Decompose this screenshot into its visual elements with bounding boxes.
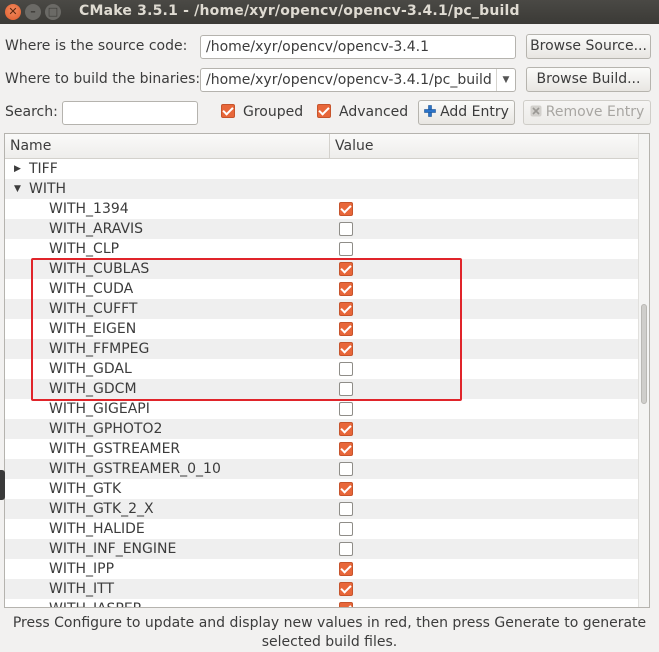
group-name: TIFF — [29, 161, 58, 177]
entry-value-checkbox[interactable] — [339, 402, 353, 416]
vertical-scrollbar[interactable] — [638, 134, 649, 607]
scrollbar-thumb[interactable] — [641, 304, 647, 404]
remove-icon — [530, 102, 542, 117]
entry-name: WITH_HALIDE — [49, 521, 145, 537]
build-label: Where to build the binaries: — [5, 71, 201, 87]
entry-value-checkbox[interactable] — [339, 602, 353, 607]
side-edge-handle — [0, 470, 5, 500]
table-row[interactable]: WITH_GSTREAMER — [5, 439, 641, 459]
table-row[interactable]: WITH_GSTREAMER_0_10 — [5, 459, 641, 479]
minimize-window-button[interactable]: – — [25, 4, 41, 20]
table-row[interactable]: WITH_1394 — [5, 199, 641, 219]
table-row[interactable]: WITH_HALIDE — [5, 519, 641, 539]
maximize-icon: □ — [47, 5, 59, 18]
table-row[interactable]: WITH_ARAVIS — [5, 219, 641, 239]
table-row[interactable]: WITH_INF_ENGINE — [5, 539, 641, 559]
table-row[interactable]: WITH_JASPER — [5, 599, 641, 607]
status-message: Press Configure to update and display ne… — [0, 614, 659, 652]
window-title: CMake 3.5.1 - /home/xyr/opencv/opencv-3.… — [79, 3, 520, 19]
advanced-toggle[interactable]: Advanced — [317, 102, 408, 122]
highlight-annotation-box — [31, 258, 462, 401]
entry-name: WITH_1394 — [49, 201, 129, 217]
browse-build-button[interactable]: Browse Build... — [526, 67, 651, 92]
entry-value-checkbox[interactable] — [339, 562, 353, 576]
entry-name: WITH_GSTREAMER — [49, 441, 181, 457]
expand-arrow-right-icon[interactable]: ▶ — [14, 159, 21, 179]
table-row[interactable]: WITH_CLP — [5, 239, 641, 259]
entry-value-checkbox[interactable] — [339, 542, 353, 556]
entry-value-checkbox[interactable] — [339, 422, 353, 436]
table-row[interactable]: WITH_ITT — [5, 579, 641, 599]
entry-value-checkbox[interactable] — [339, 442, 353, 456]
entry-value-checkbox[interactable] — [339, 522, 353, 536]
table-header: Name Value — [5, 134, 641, 159]
chevron-down-icon[interactable]: ▼ — [496, 69, 515, 91]
column-header-value[interactable]: Value — [330, 134, 641, 158]
source-label: Where is the source code: — [5, 38, 188, 54]
add-entry-button[interactable]: Add Entry — [418, 100, 515, 125]
entry-value-checkbox[interactable] — [339, 462, 353, 476]
advanced-checkbox[interactable] — [317, 104, 331, 118]
maximize-window-button[interactable]: □ — [45, 4, 61, 20]
source-path-field[interactable]: /home/xyr/opencv/opencv-3.4.1 — [200, 35, 516, 59]
entry-name: WITH_ARAVIS — [49, 221, 144, 237]
table-row[interactable]: WITH_IPP — [5, 559, 641, 579]
expand-arrow-down-icon[interactable]: ▼ — [14, 179, 21, 199]
search-label: Search: — [5, 104, 58, 120]
grouped-checkbox[interactable] — [221, 104, 235, 118]
status-message-line-2: selected build files. — [261, 634, 398, 650]
search-input[interactable] — [62, 101, 198, 125]
group-row[interactable]: ▶ TIFF — [5, 159, 641, 179]
entry-name: WITH_IPP — [49, 561, 115, 577]
group-row[interactable]: ▼ WITH — [5, 179, 641, 199]
entry-value-checkbox[interactable] — [339, 222, 353, 236]
column-header-name[interactable]: Name — [5, 134, 330, 158]
title-bar: ✕ – □ CMake 3.5.1 - /home/xyr/opencv/ope… — [0, 0, 659, 24]
remove-entry-label: Remove Entry — [545, 104, 645, 120]
entry-value-checkbox[interactable] — [339, 582, 353, 596]
entry-value-checkbox[interactable] — [339, 502, 353, 516]
entry-name: WITH_GSTREAMER_0_10 — [49, 461, 221, 477]
entry-name: WITH_GTK — [49, 481, 122, 497]
close-window-button[interactable]: ✕ — [5, 4, 21, 20]
advanced-label: Advanced — [339, 104, 409, 120]
minimize-icon: – — [30, 5, 36, 18]
entry-name: WITH_ITT — [49, 581, 115, 597]
entry-value-checkbox[interactable] — [339, 242, 353, 256]
table-row[interactable]: WITH_GTK — [5, 479, 641, 499]
grouped-toggle[interactable]: Grouped — [221, 102, 303, 122]
entry-name: WITH_JASPER — [49, 599, 142, 607]
grouped-label: Grouped — [243, 104, 304, 120]
remove-entry-button[interactable]: Remove Entry — [523, 100, 651, 125]
entry-name: WITH_CLP — [49, 241, 120, 257]
entry-name: WITH_GTK_2_X — [49, 501, 154, 517]
add-entry-label: Add Entry — [440, 104, 509, 120]
browse-source-button[interactable]: Browse Source... — [526, 34, 651, 59]
plus-icon — [424, 102, 436, 117]
build-path-value: /home/xyr/opencv/opencv-3.4.1/pc_build — [206, 72, 492, 88]
entry-value-checkbox[interactable] — [339, 202, 353, 216]
entry-value-checkbox[interactable] — [339, 482, 353, 496]
table-row[interactable]: WITH_GPHOTO2 — [5, 419, 641, 439]
group-name: WITH — [29, 181, 67, 197]
entry-name: WITH_INF_ENGINE — [49, 541, 177, 557]
build-path-combo[interactable]: /home/xyr/opencv/opencv-3.4.1/pc_build ▼ — [200, 68, 516, 92]
status-message-line-1: Press Configure to update and display ne… — [12, 615, 647, 631]
table-row[interactable]: WITH_GTK_2_X — [5, 499, 641, 519]
entry-name: WITH_GPHOTO2 — [49, 421, 163, 437]
entry-name: WITH_GIGEAPI — [49, 401, 150, 417]
close-icon: ✕ — [8, 5, 18, 18]
table-row[interactable]: WITH_GIGEAPI — [5, 399, 641, 419]
